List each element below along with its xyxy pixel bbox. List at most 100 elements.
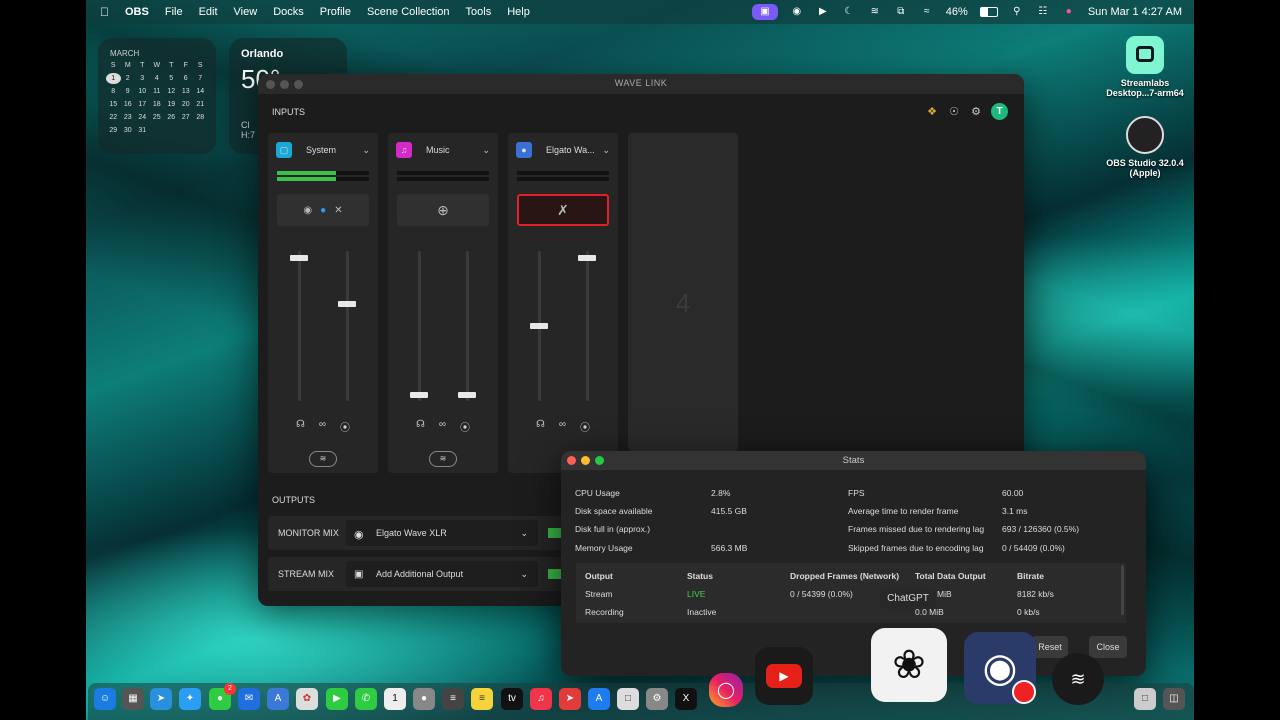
calendar-day[interactable]: 27 bbox=[179, 112, 194, 123]
rocket-icon[interactable]: ➤ bbox=[559, 688, 581, 710]
calendar-day[interactable]: 31 bbox=[135, 125, 150, 136]
chatgpt-icon[interactable]: ❀ bbox=[871, 628, 947, 702]
trash-icon[interactable]: ◫ bbox=[1163, 688, 1185, 710]
output-device-dropdown[interactable]: ▣ Add Additional Output ⌄ bbox=[346, 561, 538, 587]
safari-icon[interactable]: ✦ bbox=[179, 688, 201, 710]
contacts-icon[interactable]: ● bbox=[413, 688, 435, 710]
mute-mic-button[interactable]: ✗ bbox=[517, 194, 609, 226]
calendar-day[interactable]: 11 bbox=[150, 86, 165, 97]
system-settings-icon[interactable]: ⚙ bbox=[646, 688, 668, 710]
calendar-day[interactable]: 30 bbox=[121, 125, 136, 136]
music-icon[interactable]: ♫ bbox=[530, 688, 552, 710]
monitor-volume-slider[interactable] bbox=[530, 251, 548, 401]
waveform-icon[interactable]: ≋ bbox=[429, 451, 457, 467]
plugin-icon[interactable]: ● bbox=[320, 205, 326, 216]
plugin-icon[interactable]: ✕ bbox=[334, 205, 342, 216]
calendar-day[interactable]: 21 bbox=[193, 99, 208, 110]
reminders-icon[interactable]: ≡ bbox=[442, 688, 464, 710]
preview-icon[interactable]: □ bbox=[617, 688, 639, 710]
finder-icon[interactable]: ☺ bbox=[94, 688, 116, 710]
desktop-icon-streamlabs[interactable]: Streamlabs Desktop...7-arm64 bbox=[1095, 36, 1195, 98]
plugins-icon[interactable]: ❖ bbox=[925, 105, 939, 119]
calendar-day[interactable]: 25 bbox=[150, 112, 165, 123]
calendar-day[interactable]: 13 bbox=[179, 86, 194, 97]
calendar-day[interactable]: 16 bbox=[121, 99, 136, 110]
menu-view[interactable]: View bbox=[226, 6, 266, 18]
calendar-day[interactable]: 2 bbox=[121, 73, 136, 84]
calendar-day[interactable]: 28 bbox=[193, 112, 208, 123]
wavelink-titlebar[interactable]: WAVE LINK bbox=[258, 74, 1024, 94]
menu-app-name[interactable]: OBS bbox=[117, 6, 157, 18]
stream-volume-slider[interactable] bbox=[458, 251, 476, 401]
instagram-icon[interactable]: ◯ bbox=[709, 673, 743, 707]
output-device-dropdown[interactable]: ◉ Elgato Wave XLR ⌄ bbox=[346, 520, 538, 546]
mail-icon[interactable]: ✉ bbox=[238, 688, 260, 710]
chevron-down-icon[interactable]: ⌄ bbox=[362, 145, 370, 156]
window-icon[interactable]: ⧉ bbox=[894, 6, 908, 18]
calendar-widget[interactable]: MARCH S M T W T F S 1 2 3 4 5 6 7 8 9 10 11 12 13 14 15 16 17 18… bbox=[98, 38, 216, 154]
chevron-down-icon[interactable]: ⌄ bbox=[482, 145, 490, 156]
calendar-day[interactable]: 4 bbox=[150, 73, 165, 84]
calendar-day[interactable]: 9 bbox=[121, 86, 136, 97]
link-icon[interactable]: ∞ bbox=[439, 419, 446, 434]
settings-gear-icon[interactable]: ⚙ bbox=[969, 105, 983, 119]
youtube-icon[interactable]: ▶ bbox=[755, 647, 813, 705]
scrollbar[interactable] bbox=[1121, 565, 1124, 615]
broadcast-icon[interactable]: ⦿ bbox=[580, 419, 590, 434]
calendar-day[interactable]: 26 bbox=[164, 112, 179, 123]
calendar-day[interactable]: 10 bbox=[135, 86, 150, 97]
calendar-day[interactable]: 5 bbox=[164, 73, 179, 84]
x-icon[interactable]: X bbox=[675, 688, 697, 710]
calendar-day[interactable]: 24 bbox=[135, 112, 150, 123]
stream-volume-slider[interactable] bbox=[338, 251, 356, 401]
broadcast-icon[interactable]: ⦿ bbox=[340, 419, 350, 434]
control-center-icon[interactable]: ☷ bbox=[1036, 6, 1050, 18]
battery-icon[interactable] bbox=[979, 7, 998, 17]
add-channel-slot[interactable]: 4 bbox=[628, 133, 738, 451]
link-icon[interactable]: ∞ bbox=[559, 419, 566, 434]
slider-handle[interactable] bbox=[290, 255, 308, 262]
calendar-day[interactable]: 1 bbox=[106, 73, 121, 84]
photos-icon[interactable]: ✿ bbox=[296, 688, 318, 710]
stream-volume-slider[interactable] bbox=[578, 251, 596, 401]
monitor-volume-slider[interactable] bbox=[410, 251, 428, 401]
calendar-day[interactable]: 17 bbox=[135, 99, 150, 110]
slider-handle[interactable] bbox=[458, 392, 476, 399]
slider-handle[interactable] bbox=[530, 323, 548, 329]
phone-icon[interactable]: ✆ bbox=[355, 688, 377, 710]
menu-clock[interactable]: Sun Mar 1 4:27 AM bbox=[1088, 6, 1182, 18]
launchpad-icon[interactable]: ▦ bbox=[122, 688, 144, 710]
apple-menu-icon[interactable]:  bbox=[86, 5, 117, 19]
desktop-icon-obs[interactable]: OBS Studio 32.0.4 (Apple) bbox=[1095, 116, 1195, 178]
broadcast-icon[interactable]: ⦿ bbox=[460, 419, 470, 434]
calendar-day[interactable]: 14 bbox=[193, 86, 208, 97]
telegram-icon[interactable]: ➤ bbox=[150, 688, 172, 710]
headphones-icon[interactable]: ☊ bbox=[416, 419, 425, 434]
menu-help[interactable]: Help bbox=[499, 6, 538, 18]
siri-icon[interactable]: ● bbox=[1062, 6, 1076, 18]
routing-icon[interactable]: ☉ bbox=[947, 105, 961, 119]
notes-icon[interactable]: ≡ bbox=[471, 688, 493, 710]
monitor-volume-slider[interactable] bbox=[290, 251, 308, 401]
menu-edit[interactable]: Edit bbox=[191, 6, 226, 18]
wavelink-dock-icon[interactable]: ≋ bbox=[1052, 653, 1104, 705]
slider-handle[interactable] bbox=[338, 301, 356, 308]
calendar-day[interactable]: 15 bbox=[106, 99, 121, 110]
calendar-day[interactable]: 20 bbox=[179, 99, 194, 110]
calendar-day[interactable]: 29 bbox=[106, 125, 121, 136]
airdrop-icon[interactable]: ≋ bbox=[868, 6, 882, 18]
plugin-icon[interactable]: ◉ bbox=[303, 205, 312, 216]
menu-tools[interactable]: Tools bbox=[458, 6, 500, 18]
search-icon[interactable]: ⚲ bbox=[1010, 6, 1024, 18]
play-icon[interactable]: ▶ bbox=[816, 6, 830, 18]
appstore-icon[interactable]: A bbox=[588, 688, 610, 710]
channel-header[interactable]: ▢ System ⌄ bbox=[276, 142, 370, 158]
link-icon[interactable]: ∞ bbox=[319, 419, 326, 434]
calendar-day[interactable]: 12 bbox=[164, 86, 179, 97]
slider-handle[interactable] bbox=[578, 255, 596, 262]
close-button[interactable]: Close bbox=[1089, 636, 1127, 658]
calendar-day[interactable]: 6 bbox=[179, 73, 194, 84]
menu-profile[interactable]: Profile bbox=[312, 6, 359, 18]
menu-file[interactable]: File bbox=[157, 6, 191, 18]
calendar-day[interactable]: 23 bbox=[121, 112, 136, 123]
